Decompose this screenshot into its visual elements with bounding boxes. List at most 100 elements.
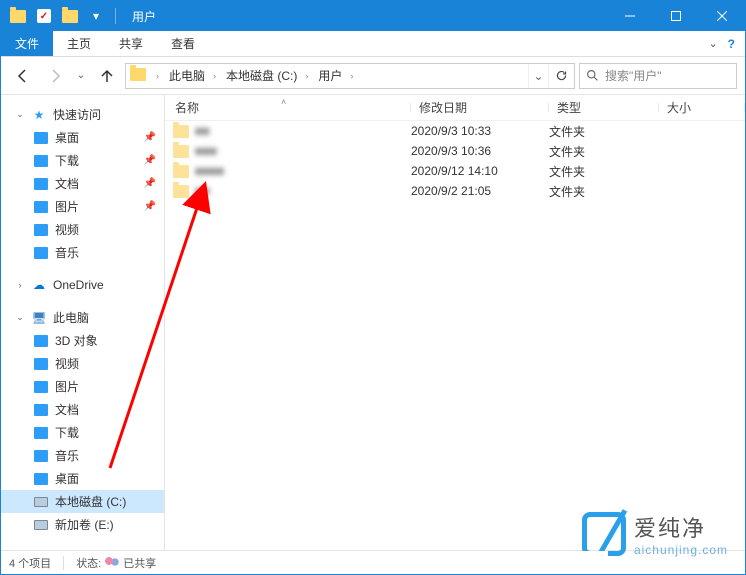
sidebar-item-pictures[interactable]: 图片📌 — [1, 195, 164, 218]
sidebar-this-pc[interactable]: ⌄ 🖥 此电脑 — [1, 306, 164, 329]
file-name: ■■■■ — [195, 164, 224, 178]
pin-icon: 📌 — [144, 132, 156, 143]
file-name: ■■ — [195, 124, 210, 138]
sidebar-item-pictures[interactable]: 图片 — [1, 375, 164, 398]
sidebar-item-3d-objects[interactable]: 3D 对象 — [1, 329, 164, 352]
sidebar-item-documents[interactable]: 文档📌 — [1, 172, 164, 195]
table-row[interactable]: ■■■■ 2020/9/12 14:10 文件夹 — [165, 161, 745, 181]
breadcrumb-segment[interactable]: 本地磁盘 (C:) — [220, 64, 301, 88]
folder-icon — [173, 165, 189, 178]
status-item-count: 4 个项目 — [9, 555, 51, 571]
music-icon — [33, 245, 49, 261]
address-bar[interactable]: › 此电脑 › 本地磁盘 (C:) › 用户 › ⌄ — [125, 63, 575, 89]
pin-icon: 📌 — [144, 178, 156, 189]
ribbon-tab-share[interactable]: 共享 — [105, 31, 157, 56]
ribbon-file-tab[interactable]: 文件 — [1, 31, 53, 56]
file-date: 2020/9/3 10:36 — [411, 144, 549, 158]
table-row[interactable]: ■■■ 2020/9/3 10:36 文件夹 — [165, 141, 745, 161]
sidebar-item-desktop[interactable]: 桌面📌 — [1, 126, 164, 149]
pin-icon: 📌 — [144, 201, 156, 212]
sidebar-item-local-disk-c[interactable]: 本地磁盘 (C:) — [1, 490, 164, 513]
status-state: 状态: 已共享 — [76, 555, 156, 571]
separator — [63, 556, 64, 570]
chevron-right-icon[interactable]: › — [152, 71, 163, 81]
navigation-bar: ⌄ › 此电脑 › 本地磁盘 (C:) › 用户 › ⌄ 搜索"用户" — [1, 57, 745, 95]
ribbon-tab-home[interactable]: 主页 — [53, 31, 105, 56]
up-button[interactable] — [93, 62, 121, 90]
file-rows[interactable]: ■■ 2020/9/3 10:33 文件夹 ■■■ 2020/9/3 10:36… — [165, 121, 745, 550]
sidebar-item-desktop[interactable]: 桌面 — [1, 467, 164, 490]
chevron-right-icon[interactable]: › — [209, 71, 220, 81]
file-name: ■■■ — [195, 144, 217, 158]
back-button[interactable] — [9, 62, 37, 90]
sidebar-quick-access[interactable]: ⌄ ★ 快速访问 — [1, 103, 164, 126]
desktop-icon — [33, 471, 49, 487]
sidebar-item-downloads[interactable]: 下载 — [1, 421, 164, 444]
forward-button[interactable] — [41, 62, 69, 90]
file-type: 文件夹 — [549, 143, 659, 160]
column-headers: 名称 ˄ 修改日期 类型 大小 — [165, 95, 745, 121]
navigation-pane[interactable]: ⌄ ★ 快速访问 桌面📌 下载📌 文档📌 图片📌 视频 音乐 › ☁ OneDr… — [1, 95, 165, 550]
breadcrumb-segment[interactable]: 此电脑 — [163, 64, 209, 88]
ribbon-tab-view[interactable]: 查看 — [157, 31, 209, 56]
sidebar-item-downloads[interactable]: 下载📌 — [1, 149, 164, 172]
column-header-date[interactable]: 修改日期 — [411, 99, 549, 116]
sidebar-label: 此电脑 — [53, 309, 89, 326]
column-header-size[interactable]: 大小 — [659, 99, 745, 116]
help-icon[interactable]: ? — [728, 37, 735, 51]
search-icon — [586, 69, 599, 82]
search-box[interactable]: 搜索"用户" — [579, 63, 737, 89]
drive-icon — [33, 517, 49, 533]
videos-icon — [33, 356, 49, 372]
star-icon: ★ — [31, 107, 47, 123]
chevron-right-icon[interactable]: › — [301, 71, 312, 81]
downloads-icon — [33, 153, 49, 169]
sidebar-onedrive[interactable]: › ☁ OneDrive — [1, 274, 164, 296]
3d-objects-icon — [33, 333, 49, 349]
close-button[interactable] — [699, 1, 745, 31]
sidebar-item-new-volume-e[interactable]: 新加卷 (E:) — [1, 513, 164, 536]
folder-icon[interactable] — [7, 5, 29, 27]
chevron-down-icon[interactable]: ⌄ — [15, 109, 25, 120]
table-row[interactable]: ■■ 2020/9/2 21:05 文件夹 — [165, 181, 745, 201]
chevron-right-icon[interactable]: › — [15, 280, 25, 290]
column-header-name[interactable]: 名称 ˄ — [165, 99, 411, 116]
window-title: 用户 — [132, 8, 156, 25]
pictures-icon — [33, 379, 49, 395]
folder-icon — [173, 145, 189, 158]
address-folder-icon — [130, 68, 148, 83]
sidebar-item-videos[interactable]: 视频 — [1, 352, 164, 375]
drive-icon — [33, 494, 49, 510]
expand-ribbon-icon[interactable]: ⌄ — [708, 37, 717, 50]
chevron-down-icon[interactable]: ⌄ — [15, 312, 25, 323]
music-icon — [33, 448, 49, 464]
onedrive-icon: ☁ — [31, 277, 47, 293]
minimize-button[interactable] — [607, 1, 653, 31]
file-type: 文件夹 — [549, 163, 659, 180]
refresh-button[interactable] — [548, 64, 574, 88]
desktop-icon — [33, 130, 49, 146]
pictures-icon — [33, 199, 49, 215]
ribbon-help-controls: ⌄ ? — [708, 31, 745, 56]
address-history-dropdown[interactable]: ⌄ — [528, 64, 548, 88]
videos-icon — [33, 222, 49, 238]
table-row[interactable]: ■■ 2020/9/3 10:33 文件夹 — [165, 121, 745, 141]
sidebar-item-videos[interactable]: 视频 — [1, 218, 164, 241]
status-bar: 4 个项目 状态: 已共享 — [1, 550, 745, 574]
sidebar-label: 快速访问 — [53, 106, 101, 123]
column-header-type[interactable]: 类型 — [549, 99, 659, 116]
qat-customize-icon[interactable]: ▾ — [85, 5, 107, 27]
sidebar-item-documents[interactable]: 文档 — [1, 398, 164, 421]
sidebar-item-music[interactable]: 音乐 — [1, 444, 164, 467]
documents-icon — [33, 402, 49, 418]
pin-icon: 📌 — [144, 155, 156, 166]
properties-checkbox-icon[interactable]: ✓ — [33, 5, 55, 27]
recent-locations-button[interactable]: ⌄ — [73, 62, 89, 90]
folder-icon[interactable] — [59, 5, 81, 27]
chevron-right-icon[interactable]: › — [346, 71, 357, 81]
breadcrumb-segment[interactable]: 用户 — [312, 64, 346, 88]
sort-ascending-icon: ˄ — [281, 97, 286, 107]
sidebar-item-music[interactable]: 音乐 — [1, 241, 164, 264]
file-name: ■■ — [195, 184, 210, 198]
maximize-button[interactable] — [653, 1, 699, 31]
